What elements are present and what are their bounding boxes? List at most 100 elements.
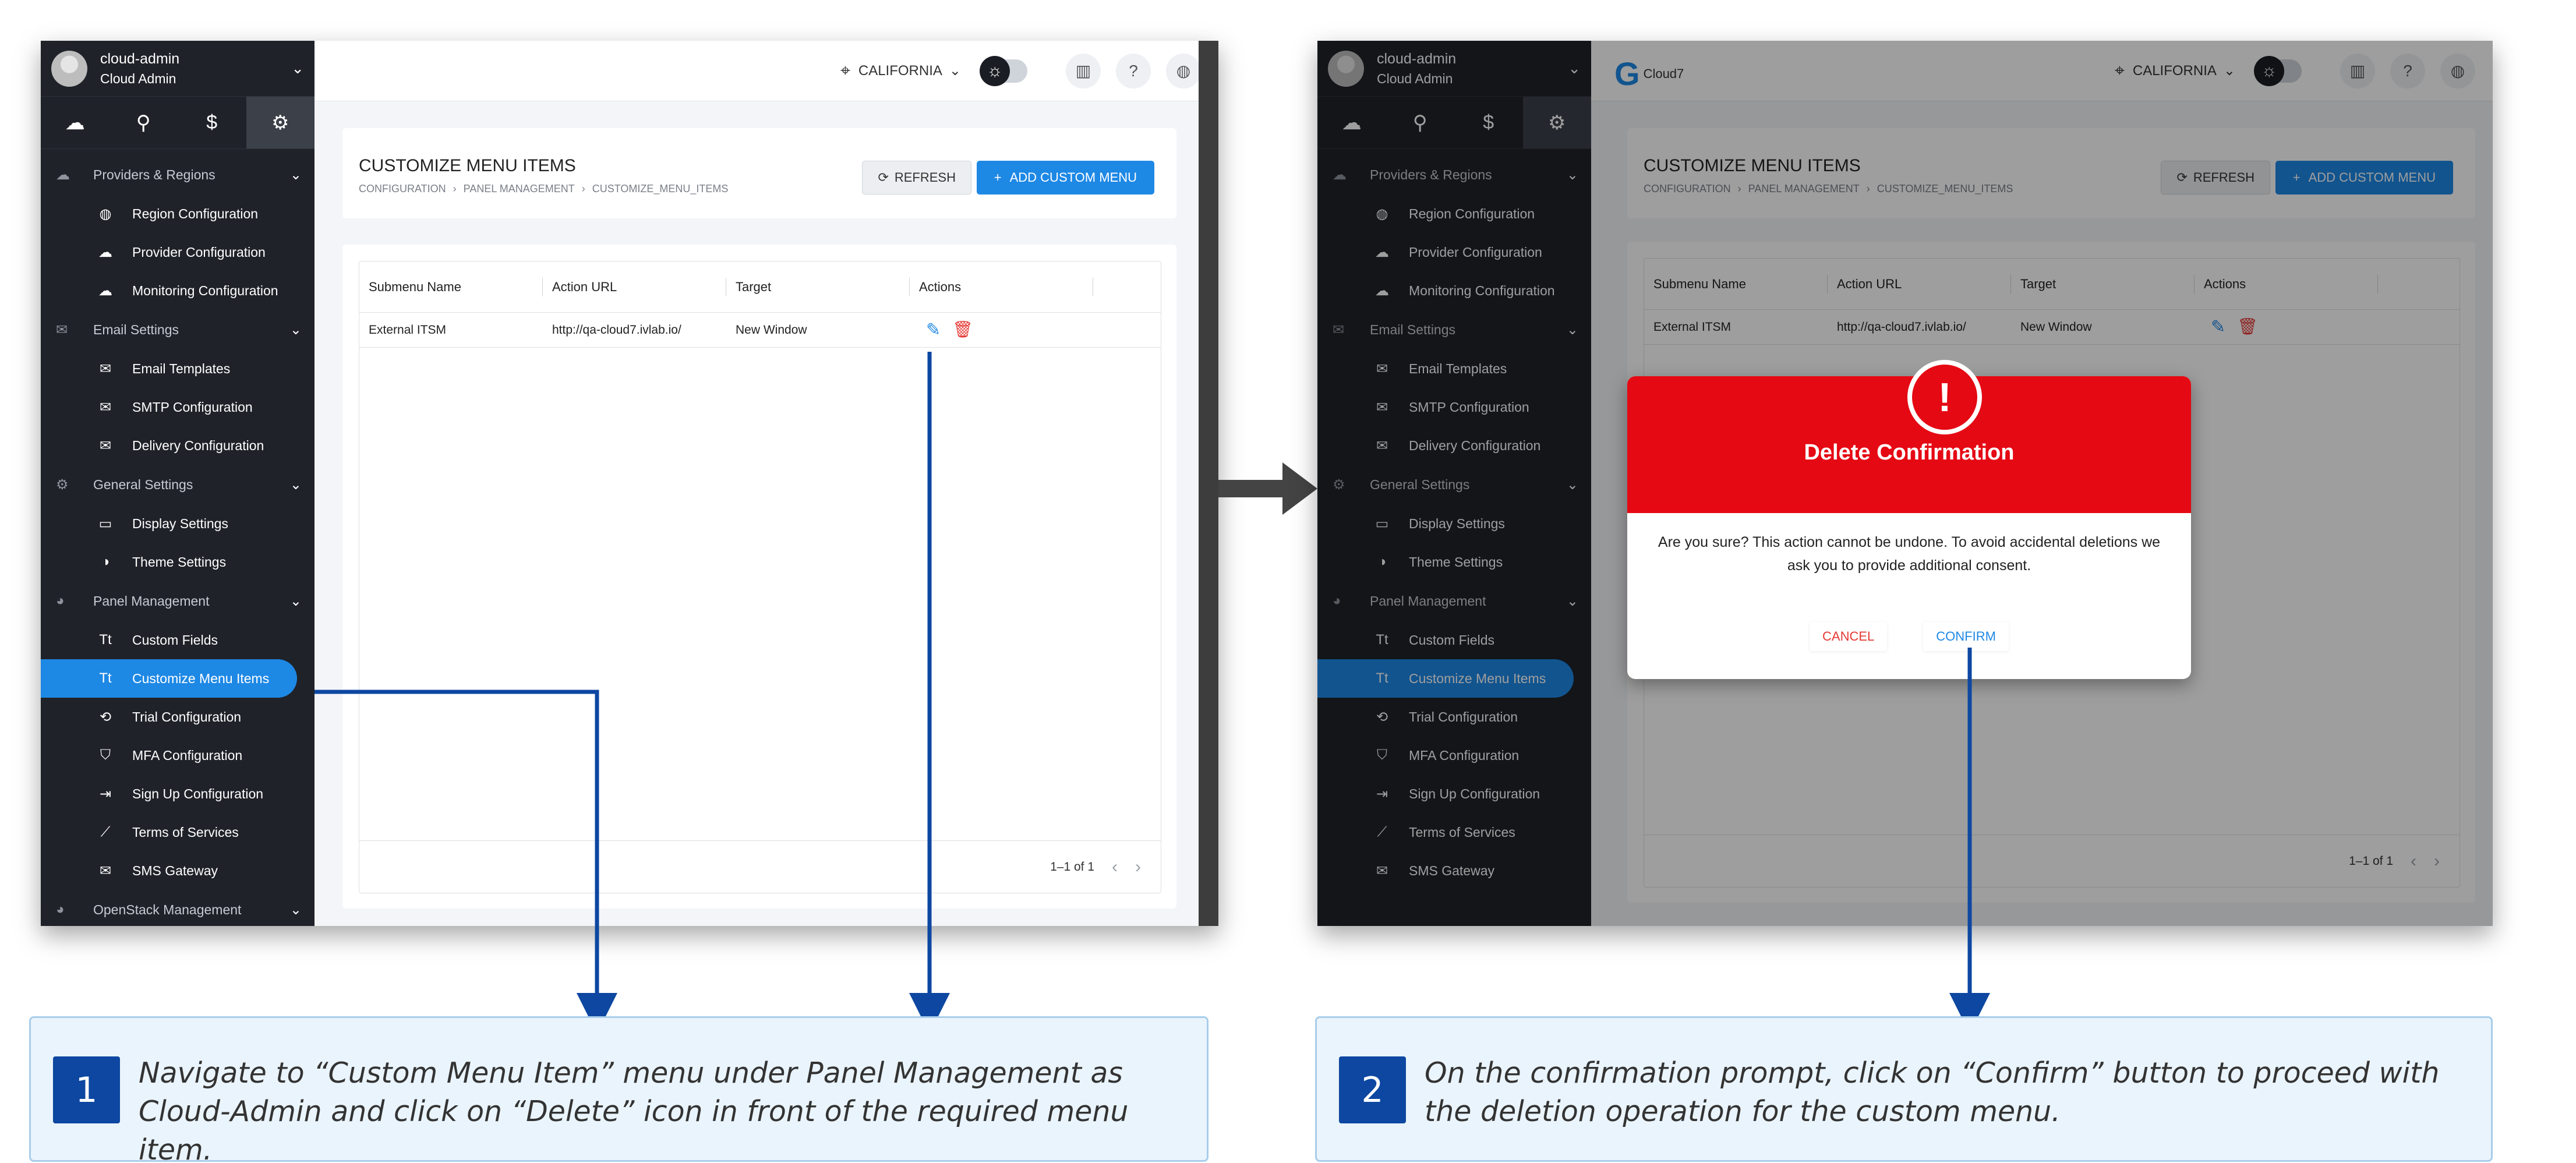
sidebar-item-display-settings[interactable]: ▭ Display Settings	[41, 504, 315, 543]
location-selector[interactable]: ⌖ CALIFORNIA ⌄	[840, 61, 961, 81]
sidebar-item-mfa-configuration[interactable]: ⛉ MFA Configuration	[41, 736, 315, 775]
sidebar-item-trial-configuration[interactable]: ⟲ Trial Configuration	[41, 698, 315, 736]
callout-text: On the confirmation prompt, click on “Co…	[1425, 1056, 2440, 1128]
arrow-right-icon	[1218, 462, 1317, 515]
confirm-button[interactable]: CONFIRM	[1923, 622, 2009, 651]
gear-icon: ⚙	[56, 476, 69, 493]
edit-icon[interactable]: ✎	[926, 320, 941, 340]
sidebar-item-label: Email Templates	[132, 360, 231, 376]
cloud-icon: ☁	[98, 244, 112, 260]
mail-icon: ✉	[56, 321, 68, 338]
cell-actions: ✎ 🗑	[910, 320, 1093, 340]
scrollbar[interactable]	[1199, 41, 1218, 926]
theme-toggle[interactable]: ☼	[980, 55, 1027, 86]
breadcrumb-item[interactable]: PANEL MANAGEMENT	[464, 183, 575, 195]
plus-icon: +	[994, 170, 1002, 185]
dollar-icon[interactable]: $	[178, 97, 246, 149]
delete-icon[interactable]: 🗑	[952, 320, 973, 340]
column-header[interactable]: Target	[726, 277, 910, 296]
text-format-icon: Tt	[99, 632, 112, 648]
user-icon[interactable]: ⚲	[109, 97, 178, 149]
sidebar-group-general[interactable]: ⚙ General Settings ⌄	[41, 465, 315, 504]
column-header[interactable]: Action URL	[543, 277, 726, 296]
chevron-right-icon[interactable]: ›	[1135, 857, 1141, 877]
sidebar-group-openstack[interactable]: ◕ OpenStack Management ⌄	[41, 890, 315, 926]
sidebar-item-label: Terms of Services	[132, 824, 239, 840]
sidebar-item-label: Trial Configuration	[132, 709, 242, 724]
refresh-button[interactable]: ⟳ REFRESH	[862, 161, 971, 195]
sidebar-item-label: Region Configuration	[132, 206, 259, 221]
sidebar-item-terms-of-services[interactable]: ⟋ Terms of Services	[41, 813, 315, 851]
sidebar-item-label: SMTP Configuration	[132, 399, 253, 415]
topbar: ⌖ CALIFORNIA ⌄ ☼ ▥ ? ◍	[315, 41, 1218, 101]
globe-icon[interactable]: ◍	[1166, 53, 1201, 89]
user-menu[interactable]: cloud-admin Cloud Admin ⌄	[41, 41, 315, 97]
sidebar-item-monitoring-configuration[interactable]: ☁ Monitoring Configuration	[41, 271, 315, 310]
cloud-icon[interactable]: ☁	[41, 97, 109, 149]
sidebar-item-sms-gateway[interactable]: ✉ SMS Gateway	[41, 851, 315, 890]
mail-icon: ✉	[99, 862, 112, 879]
step-number: 2	[1339, 1056, 1406, 1123]
breadcrumb: CONFIGURATION › PANEL MANAGEMENT › CUSTO…	[359, 183, 728, 195]
sidebar-item-customize-menu-items[interactable]: Tt Customize Menu Items	[41, 659, 297, 698]
breadcrumb-item: CUSTOMIZE_MENU_ITEMS	[592, 183, 729, 195]
chevron-down-icon: ⌄	[289, 321, 302, 338]
group-label: General Settings	[93, 476, 193, 492]
sidebar: cloud-admin Cloud Admin ⌄ ☁ ⚲ $ ⚙ ☁ Provi…	[41, 41, 315, 926]
mail-send-icon: ✉	[99, 437, 112, 454]
globe-icon: ◍	[99, 206, 112, 222]
sidebar-tabs: ☁ ⚲ $ ⚙	[41, 97, 315, 149]
breadcrumb-item[interactable]: CONFIGURATION	[359, 183, 446, 195]
book-icon[interactable]: ▥	[1066, 53, 1101, 89]
cell-action-url: http://qa-cloud7.ivlab.io/	[552, 323, 681, 337]
pagination: 1–1 of 1 ‹ ›	[359, 840, 1161, 893]
user-role: Cloud Admin	[100, 70, 176, 86]
sidebar-group-providers[interactable]: ☁ Providers & Regions ⌄	[41, 155, 315, 195]
sidebar-item-label: Monitoring Configuration	[132, 282, 278, 298]
chevron-down-icon: ⌄	[949, 63, 961, 79]
table-card: Submenu Name Action URL Target Actions E…	[342, 245, 1176, 909]
avatar	[51, 50, 87, 87]
dialog-actions: CANCEL CONFIRM	[1627, 622, 2191, 651]
step-number: 1	[53, 1056, 120, 1123]
cell-submenu-name: External ITSM	[369, 323, 447, 337]
sidebar-item-label: SMS Gateway	[132, 862, 218, 878]
callout-step-2: 2 On the confirmation prompt, click on “…	[1315, 1016, 2493, 1162]
refresh-icon: ⟳	[878, 170, 889, 185]
sidebar-item-theme-settings[interactable]: ◑ Theme Settings	[41, 543, 315, 581]
dialog-title: Delete Confirmation	[1804, 440, 2015, 465]
column-header[interactable]: Submenu Name	[359, 277, 543, 296]
callout-text: Navigate to “Custom Menu Item” menu unde…	[139, 1056, 1129, 1163]
chevron-down-icon[interactable]: ⌄	[291, 59, 304, 77]
table-row: External ITSM http://qa-cloud7.ivlab.io/…	[359, 313, 1161, 348]
warning-icon: !	[1907, 360, 1982, 434]
sidebar-item-delivery-configuration[interactable]: ✉ Delivery Configuration	[41, 426, 315, 465]
sidebar-item-region-configuration[interactable]: ◍ Region Configuration	[41, 195, 315, 233]
sidebar-group-panel-management[interactable]: ◕ Panel Management ⌄	[41, 581, 315, 621]
contrast-icon: ◑	[101, 554, 110, 570]
chevron-left-icon[interactable]: ‹	[1112, 857, 1118, 877]
sidebar-item-provider-configuration[interactable]: ☁ Provider Configuration	[41, 233, 315, 271]
help-icon[interactable]: ?	[1116, 53, 1151, 89]
gear-icon[interactable]: ⚙	[246, 97, 315, 149]
sidebar-group-email[interactable]: ✉ Email Settings ⌄	[41, 310, 315, 349]
sidebar-item-sign-up-configuration[interactable]: ⇥ Sign Up Configuration	[41, 775, 315, 813]
sun-icon: ☼	[980, 55, 1010, 86]
cancel-button[interactable]: CANCEL	[1810, 622, 1887, 651]
sidebar-menu: ☁ Providers & Regions ⌄ ◍ Region Configurat…	[41, 149, 315, 926]
sidebar-item-smtp-configuration[interactable]: ✉ SMTP Configuration	[41, 388, 315, 426]
chevron-down-icon: ⌄	[289, 476, 302, 493]
page-title: CUSTOMIZE MENU ITEMS	[359, 156, 576, 175]
add-custom-menu-button[interactable]: + ADD CUSTOM MENU	[976, 161, 1154, 195]
sidebar-item-label: Customize Menu Items	[132, 670, 270, 686]
sidebar-item-email-templates[interactable]: ✉ Email Templates	[41, 349, 315, 388]
mail-send-icon: ✉	[99, 399, 112, 415]
sidebar-item-label: Theme Settings	[132, 554, 227, 570]
sidebar-item-label: Provider Configuration	[132, 244, 266, 260]
sidebar-item-custom-fields[interactable]: Tt Custom Fields	[41, 621, 315, 659]
trend-icon: ⟋	[100, 824, 111, 840]
cloud-icon: ☁	[98, 282, 112, 299]
text-format-icon: Tt	[99, 670, 112, 686]
palette-icon: ◕	[56, 902, 65, 917]
add-label: ADD CUSTOM MENU	[1009, 170, 1137, 185]
